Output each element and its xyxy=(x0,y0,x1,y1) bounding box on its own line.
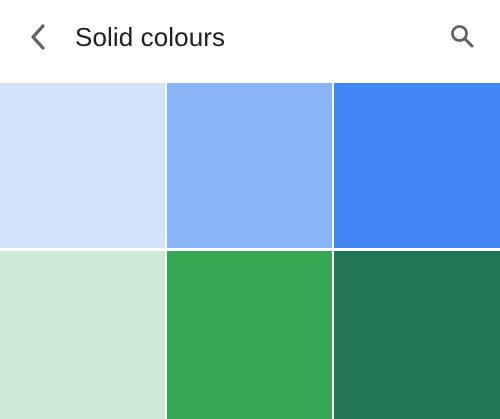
page-title: Solid colours xyxy=(75,22,226,52)
colour-swatch[interactable] xyxy=(0,83,165,248)
search-button[interactable] xyxy=(442,16,482,56)
colour-swatch[interactable] xyxy=(167,251,332,419)
colour-swatch[interactable] xyxy=(0,251,165,419)
colour-swatch[interactable] xyxy=(167,83,332,248)
top-app-bar: Solid colours xyxy=(0,0,500,83)
back-button[interactable] xyxy=(18,17,58,57)
colour-swatch-grid xyxy=(0,83,500,419)
solid-colours-screen: Solid colours xyxy=(0,0,500,419)
search-icon xyxy=(451,25,474,48)
colour-swatch[interactable] xyxy=(334,251,500,419)
colour-swatch[interactable] xyxy=(334,83,500,248)
chevron-left-icon xyxy=(31,24,45,50)
